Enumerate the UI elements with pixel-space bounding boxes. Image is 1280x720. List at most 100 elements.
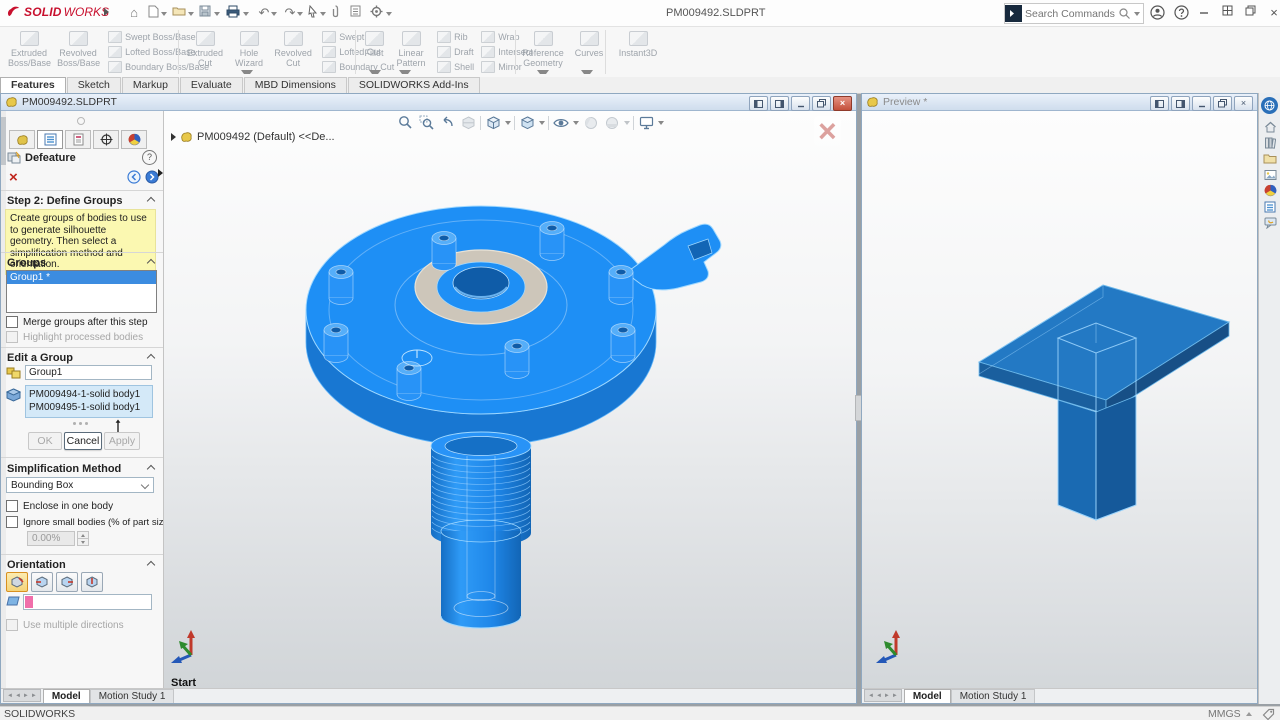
forum-icon[interactable]	[1262, 215, 1278, 230]
groups-listbox[interactable]: Group1 *	[6, 270, 157, 313]
preview-restore-button[interactable]	[1213, 96, 1232, 111]
search-input[interactable]	[1022, 8, 1118, 20]
simplification-method-dropdown[interactable]: Bounding Box	[6, 477, 154, 493]
panel-resize-handle[interactable]	[77, 117, 85, 125]
ignore-small-bodies-checkbox-box[interactable]	[6, 516, 18, 528]
doc-minimize-button[interactable]	[791, 96, 810, 111]
panel-section-drag-dots[interactable]	[73, 422, 88, 425]
tab-propertymanager[interactable]	[37, 130, 63, 149]
threshold-spinner-field[interactable]: 0.00%	[27, 531, 75, 546]
redo-caret-icon[interactable]	[297, 12, 303, 16]
group-name-field[interactable]	[25, 365, 152, 380]
highlight-bodies-checkbox[interactable]: Highlight processed bodies	[6, 331, 143, 343]
doc-close-button[interactable]: ×	[833, 96, 852, 111]
undo-button[interactable]: ↶	[256, 5, 272, 21]
preview-tab-scroll-buttons[interactable]: ◄◄►►	[864, 689, 902, 702]
search-caret-icon[interactable]	[1134, 12, 1140, 16]
units-label[interactable]: MMGS	[1208, 708, 1241, 720]
preview-tile-right-button[interactable]	[1171, 96, 1190, 111]
ignore-small-bodies-checkbox[interactable]: Ignore small bodies (% of part size)	[6, 516, 172, 528]
select-caret-icon[interactable]	[320, 12, 326, 16]
step-collapse-chevron-icon[interactable]	[147, 197, 155, 205]
tab-mbd-dimensions[interactable]: MBD Dimensions	[244, 77, 347, 93]
tab-solidworks-addins[interactable]: SOLIDWORKS Add-Ins	[348, 77, 480, 93]
new-document-caret-icon[interactable]	[161, 12, 167, 16]
rib-button[interactable]: Rib	[437, 29, 474, 44]
fillet-button[interactable]: Fillet	[361, 29, 387, 58]
undo-caret-icon[interactable]	[271, 12, 277, 16]
draft-button[interactable]: Draft	[437, 44, 474, 59]
tab-sketch[interactable]: Sketch	[67, 77, 121, 93]
tab-displaymanager[interactable]	[121, 130, 147, 149]
shell-button[interactable]: Shell	[437, 59, 474, 74]
restore-button[interactable]	[1245, 5, 1263, 21]
file-explorer-icon[interactable]	[1262, 151, 1278, 166]
apply-button[interactable]: Apply	[104, 432, 140, 450]
print-button[interactable]	[226, 5, 242, 21]
search-box[interactable]	[1004, 3, 1144, 24]
solidworks-resources-icon[interactable]	[1262, 119, 1278, 134]
units-caret-icon[interactable]	[1246, 712, 1252, 716]
properties-button[interactable]	[350, 5, 366, 21]
preview-model-tab[interactable]: Model	[904, 689, 951, 703]
preview-minimize-button[interactable]	[1192, 96, 1211, 111]
model-tab[interactable]: Model	[43, 689, 90, 703]
enclose-checkbox[interactable]: Enclose in one body	[6, 500, 113, 512]
view-palette-icon[interactable]	[1262, 167, 1278, 182]
taskpane-expand-icon[interactable]	[1261, 97, 1278, 114]
tab-configurationmanager[interactable]	[65, 130, 91, 149]
merge-groups-checkbox[interactable]: Merge groups after this step	[6, 316, 148, 328]
tile-left-button[interactable]	[749, 96, 768, 111]
tab-markup[interactable]: Markup	[122, 77, 179, 93]
direction-reference-field[interactable]	[23, 594, 152, 610]
spinner-up-icon[interactable]	[78, 532, 88, 539]
help-button[interactable]	[1174, 5, 1192, 21]
instant3d-button[interactable]: Instant3D	[612, 29, 664, 58]
document-window-titlebar[interactable]: PM009492.SLDPRT	[1, 94, 856, 111]
preview-tile-left-button[interactable]	[1150, 96, 1169, 111]
group-bodies-list[interactable]: PM009494-1-solid body1 PM009495-1-solid …	[25, 385, 153, 418]
appearances-scenes-icon[interactable]	[1262, 183, 1278, 198]
attachments-button[interactable]	[332, 5, 348, 21]
preview-motion-study-tab[interactable]: Motion Study 1	[951, 689, 1036, 703]
preview-close-button[interactable]: ×	[1234, 96, 1253, 111]
motion-study-tab[interactable]: Motion Study 1	[90, 689, 175, 703]
design-library-icon[interactable]	[1262, 135, 1278, 150]
tile-right-button[interactable]	[770, 96, 789, 111]
highlight-bodies-checkbox-box[interactable]	[6, 331, 18, 343]
preview-model-3d[interactable]	[862, 111, 1257, 689]
graphics-viewport[interactable]: PM009492 (Default) <<De...	[164, 111, 856, 689]
open-button[interactable]	[172, 5, 188, 21]
open-caret-icon[interactable]	[188, 12, 194, 16]
close-app-button[interactable]: ×	[1265, 5, 1280, 21]
panel-flyout-arrow[interactable]	[158, 169, 163, 177]
minimize-button[interactable]	[1199, 5, 1217, 21]
dropdown-caret-icon[interactable]	[141, 481, 149, 489]
tag-icon[interactable]	[1262, 708, 1275, 720]
edit-group-collapse-chevron-icon[interactable]	[147, 354, 155, 362]
group-body-item[interactable]: PM009495-1-solid body1	[29, 401, 149, 414]
orientation-current-button[interactable]	[6, 572, 28, 592]
enclose-checkbox-box[interactable]	[6, 500, 18, 512]
multiple-directions-checkbox-box[interactable]	[6, 619, 18, 631]
linear-pattern-button[interactable]: Linear Pattern	[394, 29, 428, 68]
reference-geometry-button[interactable]: Reference Geometry	[521, 29, 565, 68]
merge-groups-checkbox-box[interactable]	[6, 316, 18, 328]
revolved-boss-button[interactable]: Revolved Boss/Base	[57, 29, 99, 68]
save-button[interactable]	[199, 5, 215, 21]
curves-button[interactable]: Curves	[572, 29, 606, 58]
doc-restore-button[interactable]	[812, 96, 831, 111]
extruded-cut-button[interactable]: Extruded Cut	[185, 29, 225, 68]
options-caret-icon[interactable]	[386, 12, 392, 16]
next-step-button[interactable]	[145, 170, 159, 184]
home-button[interactable]: ⌂	[126, 5, 142, 21]
tab-features[interactable]: Features	[0, 77, 66, 93]
orientation-collapse-chevron-icon[interactable]	[147, 561, 155, 569]
options-gear-button[interactable]	[370, 5, 386, 21]
tab-featuremanager[interactable]	[9, 130, 35, 149]
cancel-button[interactable]: Cancel	[64, 432, 102, 450]
tab-evaluate[interactable]: Evaluate	[180, 77, 243, 93]
multiple-directions-checkbox[interactable]: Use multiple directions	[6, 619, 124, 631]
maximize-button[interactable]	[1222, 5, 1240, 21]
extruded-boss-button[interactable]: Extruded Boss/Base	[8, 29, 50, 68]
